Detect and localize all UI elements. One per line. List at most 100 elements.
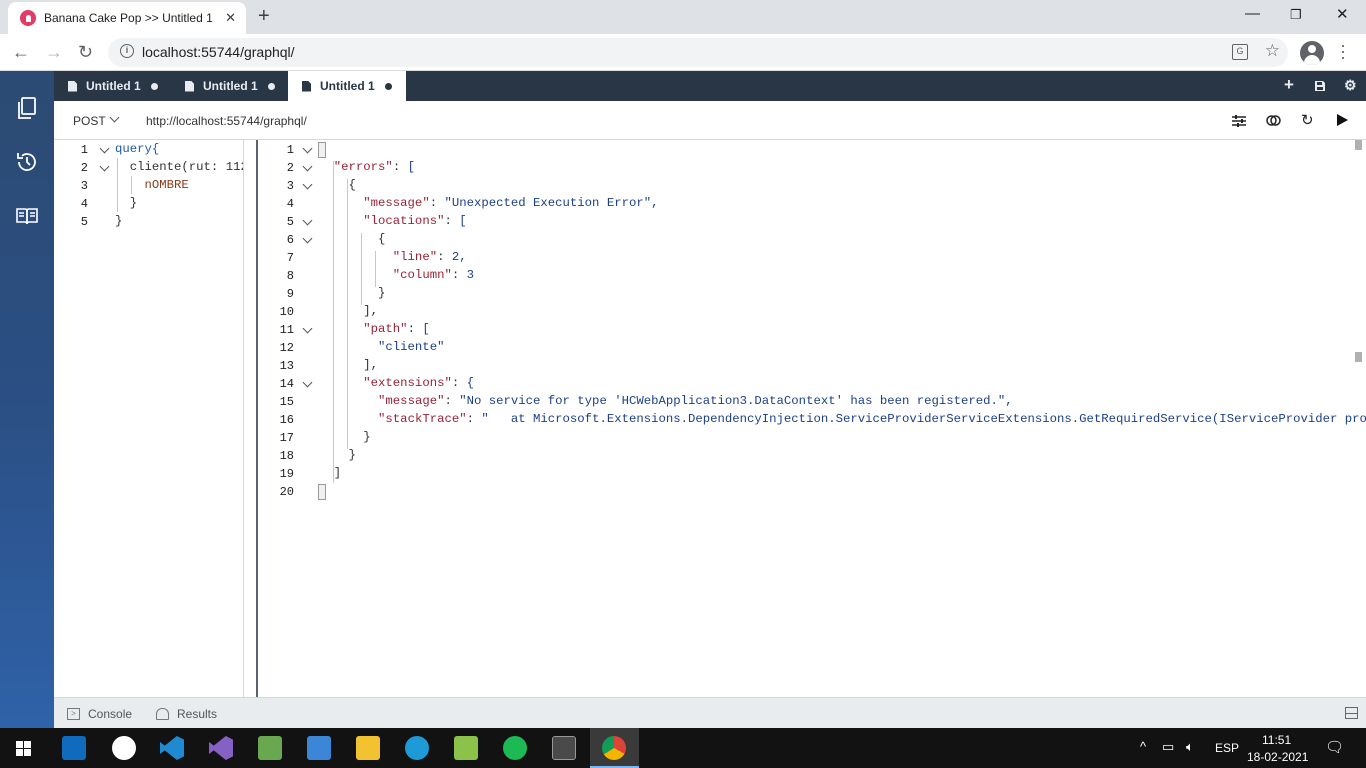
- line-number: 6: [286, 233, 294, 247]
- bottom-panel-bar: > Console Results: [54, 697, 1366, 728]
- line-number: 18: [279, 449, 294, 463]
- file-explorer-icon[interactable]: [356, 736, 380, 760]
- document-tab-label: Untitled 1: [86, 79, 141, 93]
- line-number: 3: [286, 179, 294, 193]
- results-tab[interactable]: Results: [156, 707, 217, 721]
- browser-toolbar: ← → ↻ i localhost:55744/graphql/ G ☆ · · ·: [0, 34, 1366, 71]
- translate-icon[interactable]: G: [1232, 44, 1248, 60]
- console-icon: >: [67, 708, 80, 720]
- link-schema-icon[interactable]: [1266, 115, 1281, 126]
- indent-guide: [333, 161, 334, 483]
- terminal-icon[interactable]: [552, 736, 576, 760]
- result-line: "cliente": [319, 340, 445, 354]
- outlook-icon[interactable]: [62, 736, 86, 760]
- results-icon: [156, 708, 169, 720]
- document-icon: [302, 80, 311, 92]
- filter-sliders-icon[interactable]: [1232, 115, 1246, 127]
- browser-tab[interactable]: Banana Cake Pop >> Untitled 1 ✕: [8, 2, 246, 34]
- close-tab-icon[interactable]: ✕: [225, 10, 236, 26]
- back-arrow-icon[interactable]: ←: [12, 42, 30, 63]
- network-icon[interactable]: ▭: [1162, 739, 1174, 755]
- visual-studio-icon[interactable]: [209, 736, 233, 760]
- http-method-select[interactable]: POST: [73, 114, 106, 128]
- bracket-match-highlight: [318, 142, 326, 158]
- line-number: 2: [80, 161, 88, 175]
- chevron-down-icon[interactable]: [109, 112, 120, 123]
- fold-chevron-icon[interactable]: [99, 161, 110, 172]
- word-app-icon[interactable]: [112, 736, 136, 760]
- language-indicator[interactable]: ESP: [1215, 741, 1239, 755]
- fold-chevron-icon[interactable]: [99, 143, 110, 154]
- result-line: }: [319, 430, 371, 444]
- fold-chevron-icon[interactable]: [302, 179, 313, 190]
- browser-tab-title: Banana Cake Pop >> Untitled 1: [44, 11, 213, 25]
- settings-gear-icon[interactable]: ⚙: [1344, 77, 1357, 94]
- result-line: "column": 3: [392, 268, 474, 282]
- result-line: ]: [319, 466, 342, 480]
- restore-icon[interactable]: ❐: [1290, 7, 1302, 23]
- fold-chevron-icon[interactable]: [302, 377, 313, 388]
- document-tab-label: Untitled 1: [203, 79, 258, 93]
- results-tab-label: Results: [177, 707, 218, 721]
- history-icon[interactable]: [15, 150, 39, 174]
- line-number: 20: [279, 485, 294, 499]
- line-number: 9: [286, 287, 294, 301]
- bookmark-star-icon[interactable]: ☆: [1265, 41, 1280, 61]
- documents-icon[interactable]: [15, 96, 39, 120]
- refresh-schema-icon[interactable]: ↻: [1301, 111, 1314, 129]
- windows-start-icon[interactable]: [16, 741, 31, 756]
- app-sidebar: [0, 71, 54, 728]
- forward-arrow-icon[interactable]: →: [45, 42, 63, 63]
- console-tab[interactable]: > Console: [67, 707, 132, 721]
- clock-date[interactable]: 18-02-2021: [1247, 750, 1308, 764]
- result-viewer[interactable]: 1{2 "errors": [3 {4 "message": "Unexpect…: [258, 140, 1366, 697]
- toggle-panel-icon[interactable]: [1345, 707, 1358, 719]
- windows-taskbar: ^ ▭ 🔈︎ ESP 11:51 18-02-2021 🗨︎: [0, 728, 1366, 768]
- fold-chevron-icon[interactable]: [302, 323, 313, 334]
- close-window-icon[interactable]: ✕: [1336, 5, 1349, 23]
- clock-time[interactable]: 11:51: [1262, 733, 1291, 747]
- line-number: 8: [286, 269, 294, 283]
- schema-book-icon[interactable]: [15, 204, 39, 228]
- reload-icon[interactable]: ↻: [78, 42, 93, 63]
- tray-chevron-up-icon[interactable]: ^: [1140, 739, 1146, 754]
- document-tab[interactable]: Untitled 1: [171, 71, 288, 101]
- fold-chevron-icon[interactable]: [302, 233, 313, 244]
- profile-avatar-icon[interactable]: [1300, 41, 1324, 65]
- scrollbar-thumb[interactable]: [1355, 140, 1362, 150]
- network-app-icon[interactable]: [258, 736, 282, 760]
- volume-icon[interactable]: 🔈︎: [1186, 739, 1194, 755]
- site-info-icon[interactable]: i: [120, 44, 134, 58]
- line-number: 1: [286, 143, 294, 157]
- notepad-icon[interactable]: [454, 736, 478, 760]
- chrome-icon[interactable]: [602, 736, 626, 760]
- scrollbar-marker[interactable]: [1355, 352, 1362, 362]
- request-bar: POST http://localhost:55744/graphql/ ↻: [54, 101, 1366, 140]
- fold-chevron-icon[interactable]: [302, 215, 313, 226]
- media-app-icon[interactable]: [307, 736, 331, 760]
- endpoint-url-input[interactable]: http://localhost:55744/graphql/: [146, 114, 307, 128]
- address-bar[interactable]: i localhost:55744/graphql/ G ☆: [108, 38, 1288, 67]
- run-play-icon[interactable]: [1337, 114, 1348, 126]
- new-tab-plus-icon[interactable]: +: [258, 5, 270, 28]
- notifications-icon[interactable]: 🗨︎: [1325, 738, 1344, 756]
- spotify-icon[interactable]: [503, 736, 527, 760]
- bracket-match-highlight: [318, 484, 326, 500]
- line-number: 15: [279, 395, 294, 409]
- query-editor[interactable]: 1 2 3 4 5 query{ cliente(rut: 11223 nOMB…: [54, 140, 244, 697]
- line-number: 3: [80, 179, 88, 193]
- address-url: localhost:55744/graphql/: [142, 44, 295, 60]
- fold-chevron-icon[interactable]: [302, 161, 313, 172]
- line-number: 7: [286, 251, 294, 265]
- result-line: "line": 2,: [392, 250, 467, 264]
- edge-icon[interactable]: [405, 736, 429, 760]
- document-tab-active[interactable]: Untitled 1: [288, 71, 406, 101]
- browser-menu-icon[interactable]: · · ·: [1340, 36, 1346, 66]
- add-document-plus-icon[interactable]: +: [1284, 75, 1294, 95]
- minimize-icon[interactable]: —: [1245, 5, 1260, 22]
- save-icon[interactable]: [1314, 80, 1326, 92]
- document-tab[interactable]: Untitled 1: [54, 71, 171, 101]
- fold-chevron-icon[interactable]: [302, 143, 313, 154]
- vscode-icon[interactable]: [160, 736, 184, 760]
- line-number: 2: [286, 161, 294, 175]
